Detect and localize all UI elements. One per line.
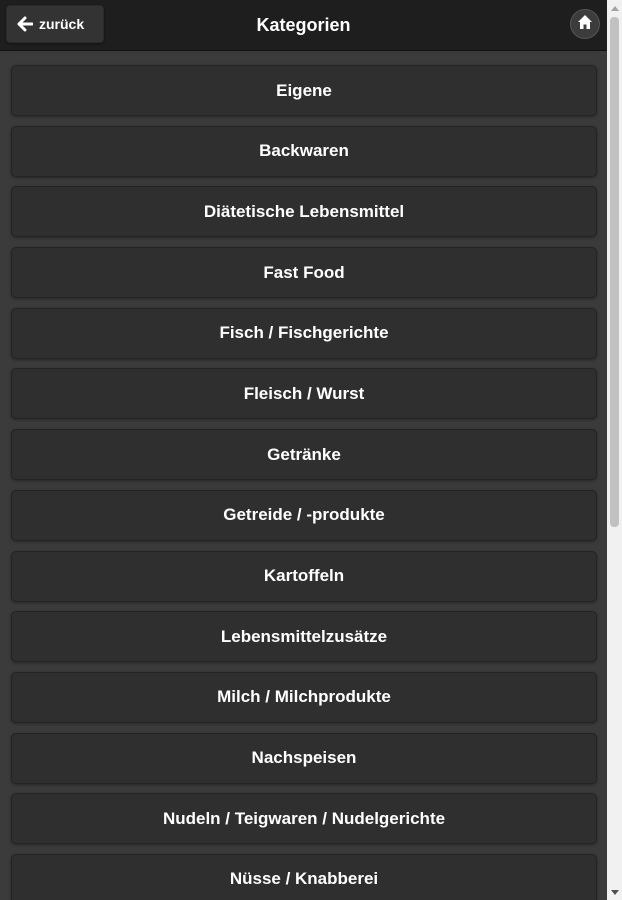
scroll-thumb[interactable] bbox=[610, 17, 619, 527]
category-label: Diätetische Lebensmittel bbox=[203, 201, 405, 221]
category-item[interactable]: Getreide / -produkte bbox=[11, 489, 597, 541]
category-label: Nüsse / Knabberei bbox=[229, 869, 379, 889]
category-label: Nachspeisen bbox=[251, 748, 357, 768]
category-label: Nudeln / Teigwaren / Nudelgerichte bbox=[162, 808, 446, 828]
category-label: Getreide / -produkte bbox=[223, 505, 385, 525]
category-item[interactable]: Nachspeisen bbox=[11, 732, 597, 784]
category-item[interactable]: Kartoffeln bbox=[11, 550, 597, 602]
category-item[interactable]: Nüsse / Knabberei bbox=[11, 853, 597, 900]
category-item[interactable]: Getränke bbox=[11, 429, 597, 481]
back-button-label: zurück bbox=[39, 16, 85, 32]
home-button[interactable] bbox=[570, 9, 600, 39]
category-item[interactable]: Lebensmittelzusätze bbox=[11, 611, 597, 663]
home-icon bbox=[577, 14, 593, 35]
arrow-left-icon bbox=[17, 16, 33, 32]
category-item[interactable]: Eigene bbox=[11, 65, 597, 116]
header-bar: zurück Kategorien bbox=[0, 0, 607, 51]
scroll-up-arrow-icon[interactable] bbox=[607, 0, 622, 15]
category-item[interactable]: Backwaren bbox=[11, 125, 597, 177]
category-item[interactable]: Fleisch / Wurst bbox=[11, 368, 597, 420]
category-label: Eigene bbox=[276, 80, 332, 100]
category-label: Fisch / Fischgerichte bbox=[219, 323, 389, 343]
back-button[interactable]: zurück bbox=[6, 5, 104, 43]
category-item[interactable]: Nudeln / Teigwaren / Nudelgerichte bbox=[11, 793, 597, 845]
category-item[interactable]: Fisch / Fischgerichte bbox=[11, 307, 597, 359]
category-label: Kartoffeln bbox=[263, 566, 345, 585]
category-list: Eigene Backwaren Diätetische Lebensmittel F… bbox=[11, 65, 597, 900]
category-label: Backwaren bbox=[259, 141, 349, 161]
category-label: Getränke bbox=[267, 444, 341, 464]
category-label: Fleisch / Wurst bbox=[243, 383, 365, 403]
category-item[interactable]: Fast Food bbox=[11, 247, 597, 299]
category-label: Lebensmittelzusätze bbox=[220, 626, 388, 646]
category-item[interactable]: Milch / Milchprodukte bbox=[11, 671, 597, 723]
category-label: Fast Food bbox=[263, 262, 345, 282]
scroll-down-arrow-icon[interactable] bbox=[607, 885, 622, 900]
app-window: zurück Kategorien Eigene Backwaren Diäteti… bbox=[0, 0, 622, 900]
category-item[interactable]: Diätetische Lebensmittel bbox=[11, 186, 597, 238]
scrollbar[interactable] bbox=[607, 0, 622, 900]
category-label: Milch / Milchprodukte bbox=[217, 687, 391, 707]
